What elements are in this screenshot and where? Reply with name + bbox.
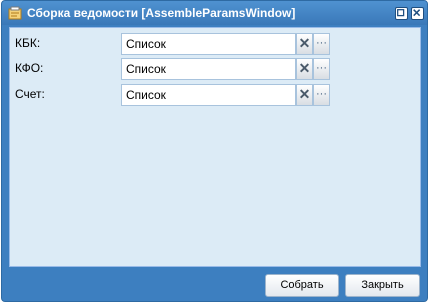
- clear-icon[interactable]: ✕: [296, 84, 313, 106]
- select-button[interactable]: ···: [313, 84, 330, 106]
- close-icon: [413, 9, 421, 17]
- field-row-account: Счет: Список ✕ ···: [10, 84, 420, 106]
- close-window-button[interactable]: [411, 7, 424, 20]
- kfo-field[interactable]: Список: [121, 58, 296, 80]
- close-button[interactable]: Закрыть: [345, 274, 420, 297]
- assemble-button[interactable]: Собрать: [265, 274, 339, 297]
- field-label: КБК:: [15, 36, 41, 50]
- clear-icon[interactable]: ✕: [296, 33, 313, 55]
- window-title: Сборка ведомости [AssembleParamsWindow]: [27, 6, 296, 20]
- kbk-field[interactable]: Список: [121, 33, 296, 55]
- select-button[interactable]: ···: [313, 33, 330, 55]
- window: Сборка ведомости [AssembleParamsWindow] …: [1, 0, 428, 302]
- maximize-button[interactable]: [395, 7, 408, 20]
- maximize-icon: [397, 9, 405, 17]
- field-row-kbk: КБК: Список ✕ ···: [10, 33, 420, 55]
- field-row-kfo: КФО: Список ✕ ···: [10, 58, 420, 80]
- field-label: Счет:: [15, 87, 45, 101]
- window-icon: [8, 6, 22, 20]
- account-field[interactable]: Список: [121, 84, 296, 106]
- clear-icon[interactable]: ✕: [296, 58, 313, 80]
- form-panel: КБК: Список ✕ ··· КФО: Список ✕ ··· Счет…: [9, 27, 421, 267]
- title-bar[interactable]: Сборка ведомости [AssembleParamsWindow]: [2, 1, 427, 25]
- field-label: КФО:: [15, 61, 44, 75]
- select-button[interactable]: ···: [313, 58, 330, 80]
